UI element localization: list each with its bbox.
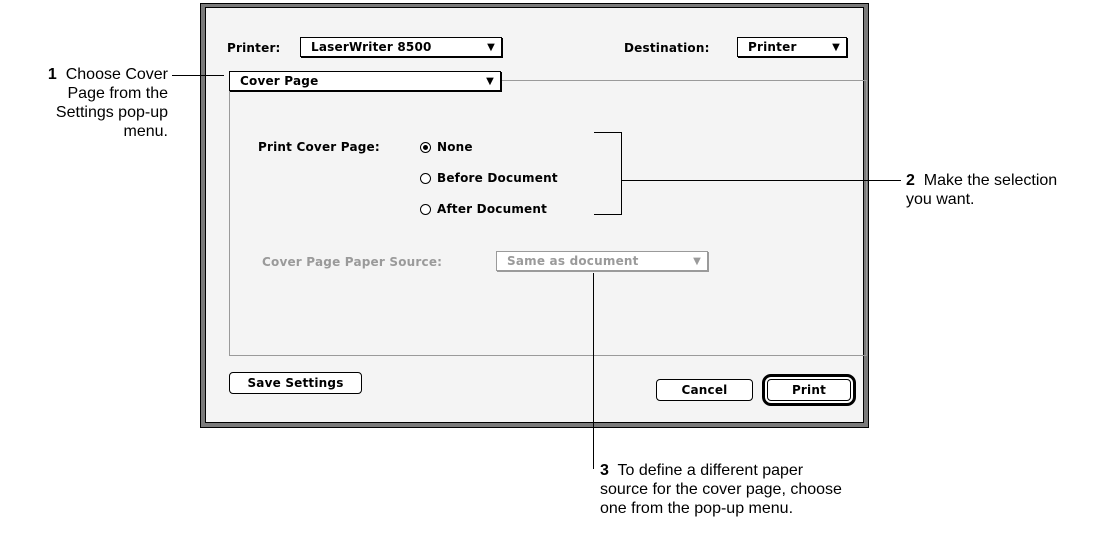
callout-2-leader-line (621, 180, 901, 181)
callout-2-line: you want. (906, 191, 975, 208)
print-cover-page-label: Print Cover Page: (258, 140, 380, 154)
printer-popup-value: LaserWriter 8500 (311, 40, 432, 54)
callout-3-line: one from the pop-up menu. (600, 500, 794, 517)
callout-2: 2 Make the selection you want. (906, 171, 1112, 209)
radio-after-document-label: After Document (437, 202, 548, 216)
callout-2-line: Make the selection (923, 172, 1058, 189)
callout-3-number: 3 (600, 462, 609, 479)
radio-before-document[interactable]: Before Document (420, 171, 558, 185)
chevron-down-icon: ▼ (693, 255, 701, 267)
destination-popup[interactable]: Printer ▼ (737, 37, 847, 57)
callout-2-number: 2 (906, 172, 915, 189)
save-settings-label: Save Settings (247, 376, 344, 390)
destination-popup-value: Printer (748, 40, 797, 54)
paper-source-popup-value: Same as document (507, 254, 639, 268)
print-button-default-ring[interactable]: Print (762, 374, 856, 406)
callout-1-number: 1 (47, 66, 57, 83)
callout-3-line: To define a different paper (617, 462, 804, 479)
save-settings-button[interactable]: Save Settings (229, 372, 362, 394)
chevron-down-icon: ▼ (832, 41, 840, 53)
paper-source-label: Cover Page Paper Source: (262, 255, 443, 269)
callout-1-line: Settings pop-up (55, 104, 168, 121)
radio-selected-icon (420, 141, 431, 153)
radio-none-label: None (437, 140, 473, 154)
callout-1: 1 Choose Cover Page from the Settings po… (0, 65, 168, 141)
radio-unselected-icon (420, 203, 431, 215)
destination-label: Destination: (624, 41, 710, 55)
settings-group-box (229, 80, 867, 356)
bracket-vertical (621, 132, 622, 215)
dialog-content: Printer: LaserWriter 8500 ▼ Destination:… (205, 7, 867, 423)
print-button[interactable]: Print (767, 379, 851, 401)
callout-3-leader-line (593, 273, 594, 469)
callout-3-line: source for the cover page, choose (600, 481, 842, 498)
cancel-label: Cancel (681, 383, 728, 397)
settings-popup[interactable]: Cover Page ▼ (229, 71, 501, 91)
printer-popup[interactable]: LaserWriter 8500 ▼ (300, 37, 502, 57)
radio-none[interactable]: None (420, 140, 473, 154)
radio-unselected-icon (420, 172, 431, 184)
callout-1-line: Choose Cover (65, 66, 168, 83)
printer-label: Printer: (227, 41, 281, 55)
chevron-down-icon: ▼ (487, 41, 495, 53)
chevron-down-icon: ▼ (486, 75, 494, 87)
cancel-button[interactable]: Cancel (656, 379, 753, 401)
radio-before-document-label: Before Document (437, 171, 558, 185)
bracket-bottom (594, 214, 622, 215)
callout-3: 3 To define a different paper source for… (600, 461, 910, 518)
callout-1-line: Page from the (67, 85, 169, 102)
callout-1-line: menu. (123, 123, 168, 140)
radio-after-document[interactable]: After Document (420, 202, 547, 216)
settings-popup-value: Cover Page (240, 74, 319, 88)
callout-1-leader-line (172, 75, 224, 76)
paper-source-popup[interactable]: Same as document ▼ (496, 251, 708, 271)
bracket-top (594, 132, 622, 133)
print-label: Print (791, 383, 827, 397)
print-dialog: Printer: LaserWriter 8500 ▼ Destination:… (200, 3, 869, 428)
